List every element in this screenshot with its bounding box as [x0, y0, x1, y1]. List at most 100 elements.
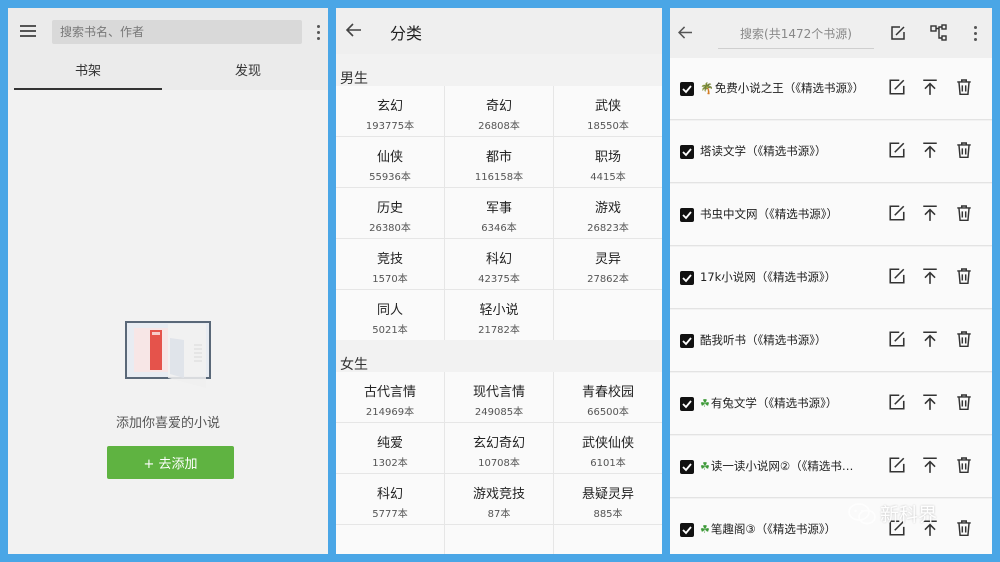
- category-cell[interactable]: 竞技 1570本: [336, 239, 444, 289]
- category-cell[interactable]: [554, 525, 662, 554]
- source-name: 书虫中文网（《精选书源》）: [700, 206, 878, 222]
- delete-icon[interactable]: [955, 141, 973, 159]
- add-book-button[interactable]: + 去添加: [107, 446, 234, 479]
- category-count: 885本: [593, 509, 623, 520]
- tab-bookshelf[interactable]: 书架: [8, 58, 168, 90]
- category-cell[interactable]: 仙侠 55936本: [336, 137, 444, 187]
- source-row[interactable]: 书虫中文网（《精选书源》）: [670, 184, 992, 246]
- category-name: 悬疑灵异: [581, 487, 634, 502]
- category-cell[interactable]: 奇幻 26808本: [445, 86, 553, 136]
- group-icon[interactable]: [930, 24, 948, 42]
- category-cell[interactable]: 历史 26380本: [336, 188, 444, 238]
- edit-icon[interactable]: [888, 141, 906, 159]
- move-to-top-icon[interactable]: [921, 267, 939, 285]
- move-to-top-icon[interactable]: [921, 141, 939, 159]
- category-cell[interactable]: 青春校园 66500本: [554, 372, 662, 422]
- category-cell[interactable]: 纯爱 1302本: [336, 423, 444, 473]
- delete-icon[interactable]: [955, 267, 973, 285]
- back-arrow-icon[interactable]: [346, 23, 362, 37]
- edit-icon[interactable]: [888, 267, 906, 285]
- category-cell[interactable]: 武侠 18550本: [554, 86, 662, 136]
- category-cell[interactable]: 同人 5021本: [336, 290, 444, 340]
- category-cell[interactable]: 游戏竞技 87本: [445, 474, 553, 524]
- source-enabled-checkbox[interactable]: [680, 397, 694, 411]
- source-row[interactable]: ☘有兔文学（《精选书源》）: [670, 373, 992, 435]
- category-cell[interactable]: [445, 525, 553, 554]
- category-screen: 分类 男生 玄幻 193775本 奇幻 26808本 武侠 18550本 仙侠 5593…: [336, 8, 662, 554]
- category-cell[interactable]: 古代言情 214969本: [336, 372, 444, 422]
- category-count: 10708本: [478, 458, 520, 469]
- category-cell[interactable]: 职场 4415本: [554, 137, 662, 187]
- source-enabled-checkbox[interactable]: [680, 460, 694, 474]
- source-row[interactable]: 🌴免费小说之王（《精选书源》）: [670, 58, 992, 120]
- category-cell[interactable]: 悬疑灵异 885本: [554, 474, 662, 524]
- category-name: 现代言情: [472, 385, 525, 400]
- category-count: 1570本: [372, 274, 408, 285]
- source-row[interactable]: ☘笔趣阁③（《精选书源》）: [670, 499, 992, 554]
- source-search-input[interactable]: [718, 20, 874, 49]
- category-count: 87本: [487, 509, 511, 520]
- clover-icon: ☘: [700, 397, 710, 410]
- source-name-text: 笔趣阁③（《精选书源》）: [710, 522, 837, 536]
- source-row[interactable]: 塔读文学（《精选书源》）: [670, 121, 992, 183]
- delete-icon[interactable]: [955, 204, 973, 222]
- category-cell[interactable]: 武侠仙侠 6101本: [554, 423, 662, 473]
- category-count: 6346本: [481, 223, 517, 234]
- category-cell[interactable]: 玄幻 193775本: [336, 86, 444, 136]
- source-enabled-checkbox[interactable]: [680, 82, 694, 96]
- delete-icon[interactable]: [955, 330, 973, 348]
- watermark-text: 新科界: [880, 504, 938, 526]
- source-list: 🌴免费小说之王（《精选书源》） 塔读文学（《精选书源》） 书虫中文网（《精选书源》）…: [670, 58, 992, 554]
- source-enabled-checkbox[interactable]: [680, 145, 694, 159]
- category-cell[interactable]: 现代言情 249085本: [445, 372, 553, 422]
- edit-icon[interactable]: [888, 393, 906, 411]
- source-row[interactable]: ☘读一读小说网②（《精选书…: [670, 436, 992, 498]
- category-cell[interactable]: 军事 6346本: [445, 188, 553, 238]
- move-to-top-icon[interactable]: [921, 393, 939, 411]
- back-arrow-icon[interactable]: [678, 26, 693, 39]
- menu-icon[interactable]: [20, 25, 36, 37]
- category-name: 古代言情: [363, 385, 416, 400]
- source-enabled-checkbox[interactable]: [680, 208, 694, 222]
- category-name: 武侠: [594, 99, 621, 114]
- more-options-icon[interactable]: [317, 25, 321, 43]
- edit-icon[interactable]: [888, 204, 906, 222]
- category-cell[interactable]: 都市 116158本: [445, 137, 553, 187]
- source-name-text: 书虫中文网（《精选书源》）: [700, 207, 838, 221]
- source-row[interactable]: 酷我听书（《精选书源》）: [670, 310, 992, 372]
- move-to-top-icon[interactable]: [921, 330, 939, 348]
- delete-icon[interactable]: [955, 393, 973, 411]
- delete-icon[interactable]: [955, 456, 973, 474]
- category-name: 历史: [376, 201, 403, 216]
- category-cell[interactable]: 科幻 5777本: [336, 474, 444, 524]
- category-cell[interactable]: 灵异 27862本: [554, 239, 662, 289]
- edit-icon[interactable]: [888, 330, 906, 348]
- category-cell[interactable]: 玄幻奇幻 10708本: [445, 423, 553, 473]
- delete-icon[interactable]: [955, 78, 973, 96]
- edit-icon[interactable]: [890, 25, 906, 41]
- source-enabled-checkbox[interactable]: [680, 523, 694, 537]
- edit-icon[interactable]: [888, 456, 906, 474]
- move-to-top-icon[interactable]: [921, 204, 939, 222]
- more-options-icon[interactable]: [974, 26, 978, 44]
- source-name-text: 塔读文学（《精选书源》）: [700, 144, 827, 158]
- category-name: 青春校园: [581, 385, 634, 400]
- bookshelf-toolbar: [8, 8, 328, 58]
- delete-icon[interactable]: [955, 519, 973, 537]
- source-enabled-checkbox[interactable]: [680, 271, 694, 285]
- section-title-male: 男生: [340, 71, 368, 87]
- category-cell[interactable]: 游戏 26823本: [554, 188, 662, 238]
- category-cell[interactable]: 轻小说 21782本: [445, 290, 553, 340]
- move-to-top-icon[interactable]: [921, 456, 939, 474]
- category-cell[interactable]: 科幻 42375本: [445, 239, 553, 289]
- source-enabled-checkbox[interactable]: [680, 334, 694, 348]
- category-name: 竞技: [376, 252, 403, 267]
- category-name: 职场: [594, 150, 621, 165]
- source-toolbar: [670, 8, 992, 58]
- source-row[interactable]: 17k小说网（《精选书源》）: [670, 247, 992, 309]
- tab-discover[interactable]: 发现: [168, 58, 328, 90]
- edit-icon[interactable]: [888, 78, 906, 96]
- bookshelf-search-input[interactable]: [52, 20, 302, 44]
- move-to-top-icon[interactable]: [921, 78, 939, 96]
- category-cell[interactable]: [336, 525, 444, 554]
